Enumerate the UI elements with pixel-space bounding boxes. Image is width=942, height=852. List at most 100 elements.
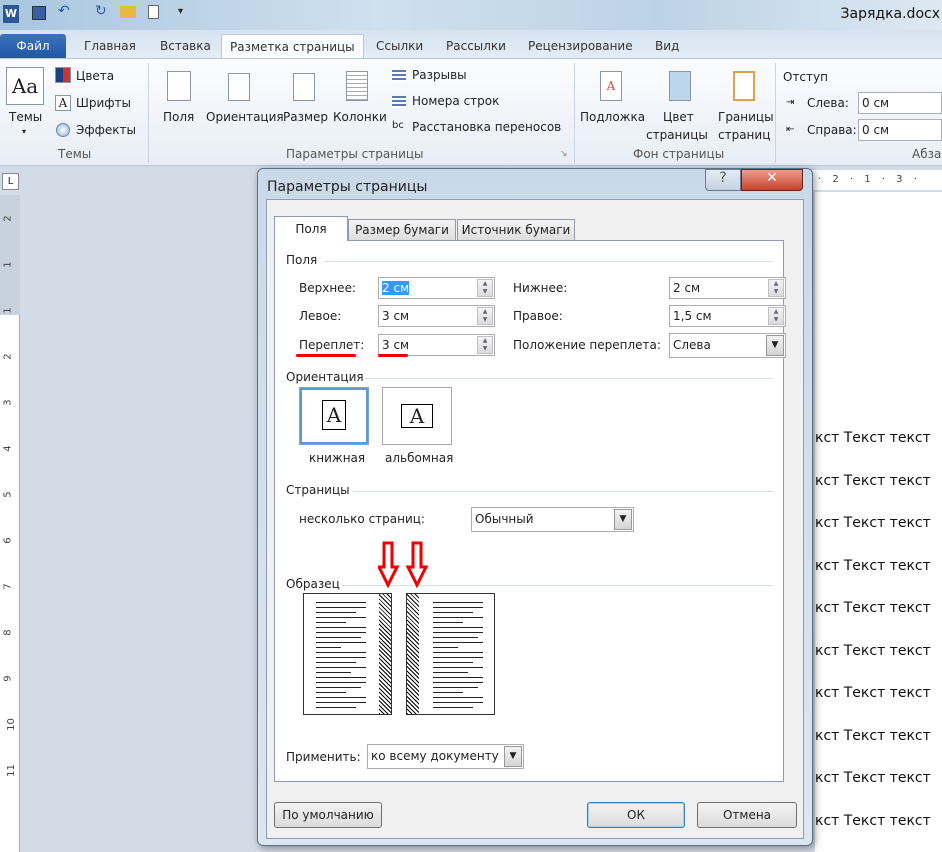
- spinner[interactable]: ▲ ▼: [768, 279, 784, 297]
- tab-margins[interactable]: Поля: [274, 216, 348, 241]
- ok-button[interactable]: ОК: [587, 802, 685, 828]
- close-button[interactable]: ✕: [741, 169, 803, 191]
- indent-label: Отступ: [783, 70, 828, 84]
- dialog-launcher-icon[interactable]: ↘: [560, 149, 568, 159]
- bottom-margin-input[interactable]: 2 см ▲ ▼: [669, 277, 786, 299]
- apply-to-select[interactable]: ко всему документу ▼: [367, 744, 524, 769]
- margins-button[interactable]: Поля: [163, 110, 194, 124]
- preview-text-line: [316, 622, 346, 623]
- tab-home[interactable]: Главная: [76, 34, 144, 58]
- group-label-page-setup: Параметры страницы: [286, 147, 424, 161]
- customize-qat-icon[interactable]: ▾: [178, 6, 183, 17]
- horizontal-ruler[interactable]: · 2 · 1 · 3 ·: [810, 170, 942, 190]
- left-margin-input[interactable]: 3 см ▲ ▼: [378, 305, 495, 327]
- divider: [775, 63, 776, 163]
- gutter-input[interactable]: 3 см ▲ ▼: [378, 334, 495, 356]
- tab-paper-size[interactable]: Размер бумаги: [348, 219, 456, 241]
- colors-icon: [55, 67, 71, 83]
- page-color-button[interactable]: Цвет: [663, 110, 694, 124]
- tab-references[interactable]: Ссылки: [368, 34, 431, 58]
- indent-right-icon: ⇤: [786, 124, 795, 135]
- tab-insert[interactable]: Вставка: [152, 34, 219, 58]
- preview-text-line: [433, 632, 483, 633]
- spinner[interactable]: ▲ ▼: [477, 279, 493, 297]
- top-margin-input[interactable]: 2 см ▲ ▼: [378, 277, 495, 299]
- red-arrows-annotation: [378, 541, 429, 589]
- undo-icon[interactable]: ↶: [58, 3, 70, 19]
- indent-right-input[interactable]: 0 см: [858, 119, 942, 141]
- tab-file[interactable]: Файл: [0, 34, 66, 58]
- page-borders-button-line2[interactable]: страниц: [718, 128, 770, 142]
- dialog-title: Параметры страницы: [267, 179, 428, 195]
- document-line: кст Текст текст: [815, 770, 931, 786]
- chevron-down-icon[interactable]: ▼: [766, 335, 784, 356]
- tab-review[interactable]: Рецензирование: [520, 34, 641, 58]
- line-numbers-button[interactable]: Номера строк: [412, 94, 499, 108]
- top-margin-value: 2 см: [382, 281, 410, 295]
- tab-page-layout[interactable]: Разметка страницы: [221, 34, 364, 58]
- document-line: кст Текст текст: [815, 600, 931, 616]
- portrait-button[interactable]: A: [299, 387, 369, 445]
- ribbon: Aa Темы ▾ Цвета A Шрифты Эффекты Темы По…: [0, 58, 942, 166]
- fonts-button[interactable]: Шрифты: [76, 96, 131, 110]
- tab-view[interactable]: Вид: [647, 34, 687, 58]
- spinner[interactable]: ▲ ▼: [477, 336, 493, 354]
- multiple-pages-select[interactable]: Обычный ▼: [471, 507, 634, 532]
- bottom-margin-label: Нижнее:: [513, 281, 568, 295]
- right-margin-input[interactable]: 1,5 см ▲ ▼: [669, 305, 786, 327]
- chevron-down-icon[interactable]: ▼: [504, 746, 522, 767]
- document-line: кст Текст текст: [815, 727, 931, 744]
- open-icon[interactable]: [120, 6, 136, 18]
- chevron-down-icon[interactable]: ▼: [614, 509, 632, 530]
- indent-right-value: 0 см: [862, 123, 890, 137]
- tab-mailings[interactable]: Рассылки: [438, 34, 514, 58]
- indent-right-label: Справа:: [807, 123, 857, 137]
- page-borders-button[interactable]: Границы: [718, 110, 774, 124]
- indent-left-input[interactable]: 0 см: [858, 92, 942, 114]
- size-icon: [293, 73, 315, 101]
- multiple-pages-value: Обычный: [475, 512, 534, 526]
- hyphenation-button[interactable]: Расстановка переносов: [412, 120, 561, 134]
- redo-icon[interactable]: ↻: [95, 3, 107, 19]
- tab-selector-button[interactable]: L: [2, 173, 19, 190]
- gutter-value: 3 см: [382, 338, 410, 352]
- preview-text-line: [316, 682, 366, 683]
- save-icon[interactable]: [32, 6, 46, 20]
- section-pages: Страницы: [286, 483, 350, 497]
- spinner[interactable]: ▲ ▼: [768, 307, 784, 325]
- landscape-button[interactable]: A: [382, 387, 452, 445]
- preview-text-line: [316, 637, 361, 638]
- page-setup-dialog: Параметры страницы ? ✕ Поля Размер бумаг…: [257, 168, 813, 846]
- preview-text-line: [316, 687, 361, 688]
- preview-text-line: [433, 627, 483, 628]
- spinner[interactable]: ▲ ▼: [477, 307, 493, 325]
- page-color-button-line2[interactable]: страницы: [646, 128, 708, 142]
- new-icon[interactable]: [148, 5, 159, 19]
- ruler-tick-label: 3: [2, 399, 14, 406]
- themes-button[interactable]: Темы: [9, 110, 42, 124]
- themes-icon: Aa: [6, 67, 44, 105]
- ruler-tick-label: 6: [2, 537, 14, 544]
- indent-left-value: 0 см: [862, 96, 890, 110]
- orientation-button[interactable]: Ориентация: [206, 110, 284, 124]
- effects-button[interactable]: Эффекты: [76, 123, 136, 137]
- set-default-button[interactable]: По умолчанию: [274, 802, 382, 828]
- breaks-button[interactable]: Разрывы: [412, 68, 467, 82]
- cancel-button[interactable]: Отмена: [697, 802, 797, 828]
- preview-text-line: [433, 662, 473, 663]
- size-button[interactable]: Размер: [283, 110, 328, 124]
- document-line: кст Текст текст: [815, 642, 931, 659]
- columns-button[interactable]: Колонки: [333, 110, 387, 124]
- preview-text-line: [316, 662, 356, 663]
- tab-paper-source[interactable]: Источник бумаги: [457, 219, 575, 241]
- colors-button[interactable]: Цвета: [76, 69, 114, 83]
- fonts-icon: A: [55, 95, 71, 111]
- red-underline-annotation: [296, 354, 356, 357]
- orientation-icon: [228, 73, 250, 101]
- watermark-button[interactable]: Подложка: [580, 110, 645, 124]
- preview-text-line: [316, 667, 366, 668]
- vertical-ruler[interactable]: 2 1 1 2 3 4 5 6 7 8 9 10 11: [0, 195, 20, 852]
- gutter-position-value: Слева: [673, 338, 711, 352]
- gutter-position-select[interactable]: Слева ▼: [669, 333, 786, 358]
- help-button[interactable]: ?: [705, 169, 741, 191]
